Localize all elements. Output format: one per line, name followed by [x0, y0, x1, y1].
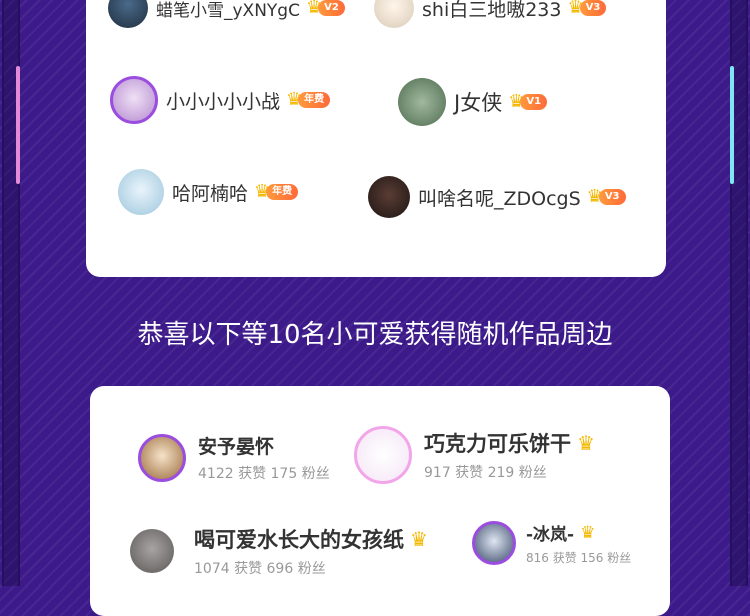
level-badge: V1: [520, 94, 548, 110]
winner-name: shi白三地嗷233: [422, 0, 562, 21]
vip-badge: ♛ 年费: [254, 183, 299, 201]
winner-stats: 816 获赞 156 粉丝: [526, 551, 632, 565]
winner-item[interactable]: 蜡笔小雪_yXNYgC ♛ V2: [108, 0, 345, 28]
winner-name: 叫啥名呢_ZDOcgS: [418, 187, 581, 210]
winner-item[interactable]: 巧克力可乐饼干 ♛ 917 获赞 219 粉丝: [354, 426, 595, 484]
avatar: [118, 169, 164, 215]
winner-item[interactable]: 小小小小小战 ♛ 年费: [110, 76, 331, 124]
winner-name: 巧克力可乐饼干 ♛: [424, 431, 595, 456]
vip-badge: ♛ V1: [508, 93, 548, 111]
avatar: [398, 78, 446, 126]
right-accent-bar: [730, 66, 734, 184]
level-badge: V3: [598, 189, 626, 205]
winner-name: 安予晏怀: [198, 436, 275, 458]
crown-icon: ♛: [580, 522, 596, 543]
vip-badge: ♛ V3: [587, 188, 626, 206]
winner-item[interactable]: -冰岚- ♛ 816 获赞 156 粉丝: [472, 520, 631, 566]
avatar: [110, 76, 158, 124]
winner-name: 喝可爱水长大的女孩纸 ♛: [194, 527, 428, 552]
winners-card-top: 蜡笔小雪_yXNYgC ♛ V2 shi白三地嗷233 ♛ V3 小小小小小战 ♛ 年…: [86, 0, 666, 277]
avatar: [138, 433, 186, 482]
winner-item[interactable]: 安予晏怀 4122 获赞 175 粉丝: [138, 432, 330, 483]
avatar: [374, 0, 414, 28]
avatar: [130, 529, 174, 573]
winner-name: -冰岚- ♛: [526, 522, 596, 546]
winner-name: 蜡笔小雪_yXNYgC: [156, 0, 300, 21]
level-badge: V3: [579, 0, 607, 16]
avatar: [368, 176, 410, 218]
winner-item[interactable]: 哈阿楠哈 ♛ 年费: [118, 169, 299, 215]
winner-item[interactable]: 喝可爱水长大的女孩纸 ♛ 1074 获赞 696 粉丝: [130, 524, 428, 578]
winner-stats: 1074 获赞 696 粉丝: [194, 561, 326, 577]
vip-badge: ♛ 年费: [286, 91, 331, 109]
level-badge: 年费: [298, 92, 331, 108]
winner-item[interactable]: shi白三地嗷233 ♛ V3: [374, 0, 607, 28]
avatar: [354, 426, 412, 484]
winners-headline: 恭喜以下等10名小可爱获得随机作品周边: [137, 320, 613, 350]
avatar: [108, 0, 148, 28]
left-accent-bar: [16, 66, 20, 184]
winner-name: 小小小小小战: [166, 90, 281, 113]
winner-name: J女侠: [454, 91, 503, 115]
level-badge: 年费: [266, 184, 299, 200]
winner-stats: 4122 获赞 175 粉丝: [198, 466, 330, 482]
winner-item[interactable]: J女侠 ♛ V1: [398, 78, 548, 126]
winner-name: 哈阿楠哈: [172, 182, 249, 205]
winner-stats: 917 获赞 219 粉丝: [424, 465, 547, 481]
level-badge: V2: [318, 0, 345, 16]
avatar: [472, 521, 516, 565]
vip-badge: ♛ V3: [568, 0, 607, 17]
vip-badge: ♛ V2: [306, 0, 345, 17]
crown-icon: ♛: [577, 431, 595, 455]
crown-icon: ♛: [410, 527, 428, 551]
winners-card-bottom: 安予晏怀 4122 获赞 175 粉丝 巧克力可乐饼干 ♛ 917 获赞 219 …: [90, 386, 670, 616]
winner-item[interactable]: 叫啥名呢_ZDOcgS ♛ V3: [368, 176, 626, 218]
